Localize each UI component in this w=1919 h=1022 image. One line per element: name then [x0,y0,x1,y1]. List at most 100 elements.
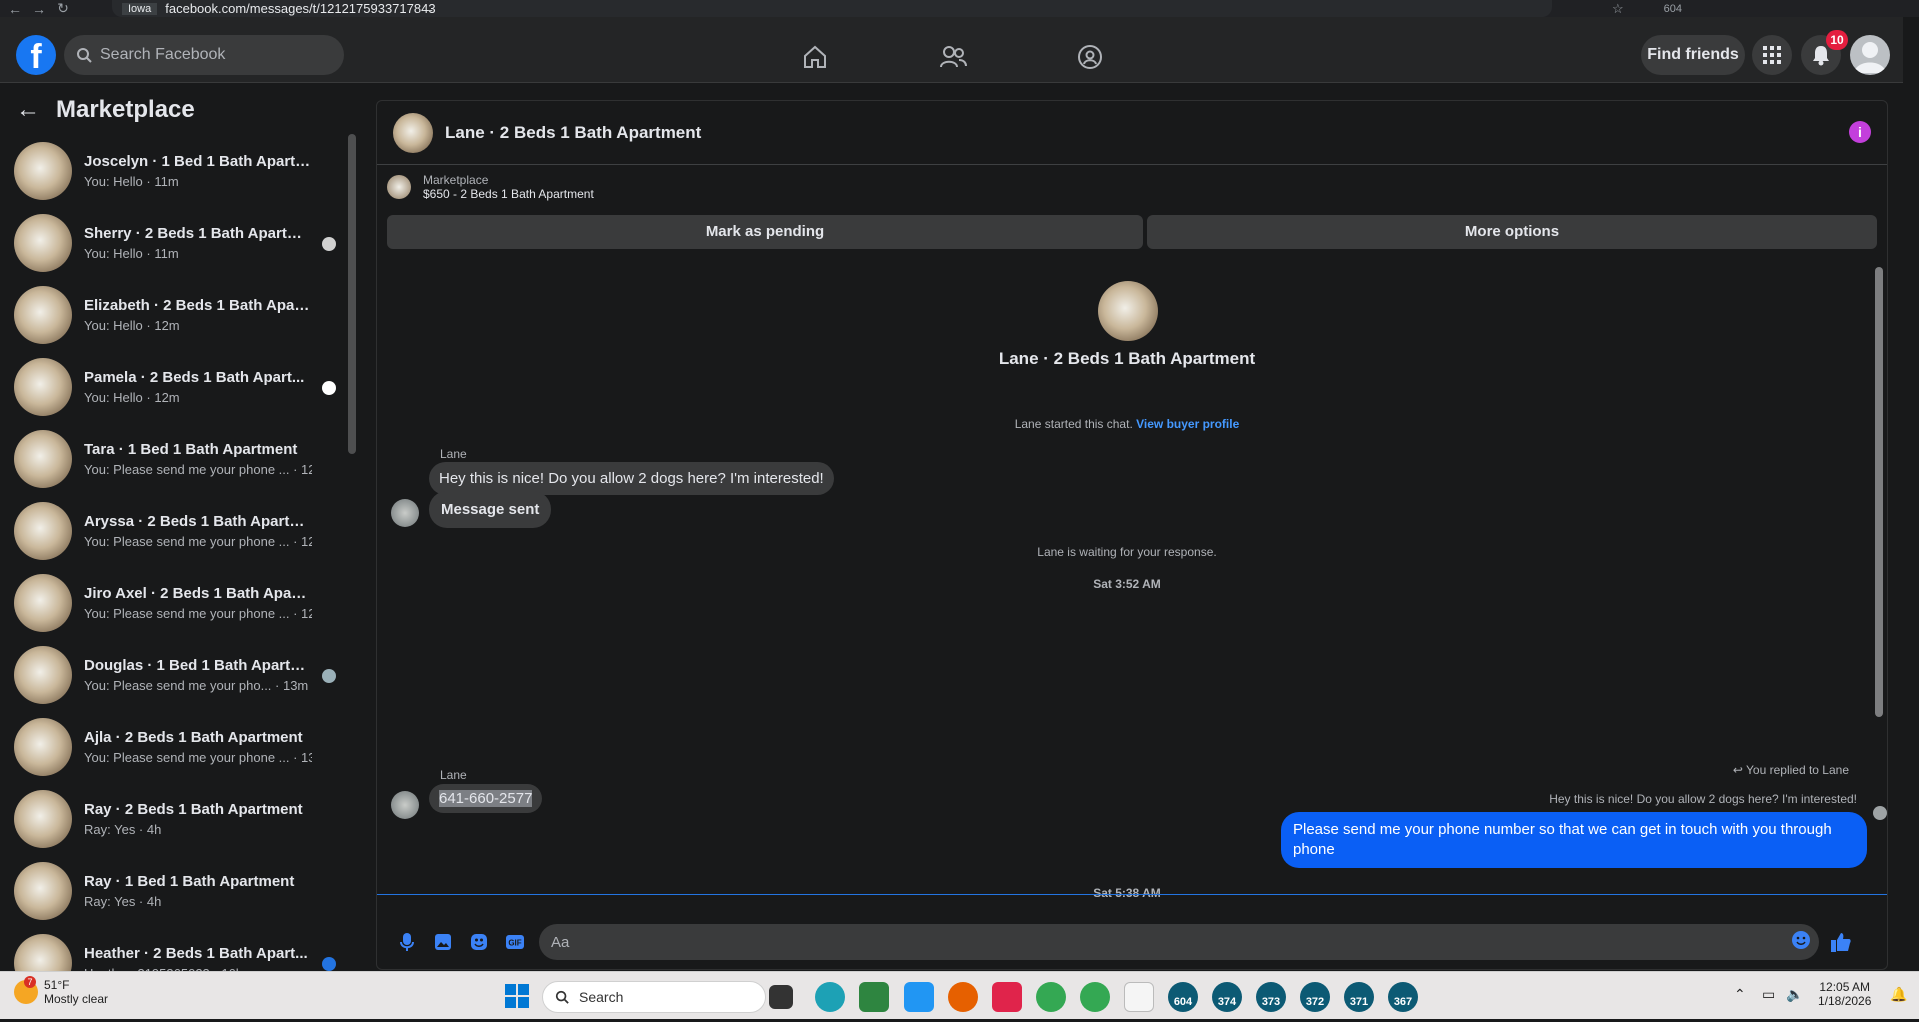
conversation-item[interactable]: Tara · 1 Bed 1 Bath Apartment You: Please… [14,428,344,490]
back-icon[interactable]: ← [6,1,24,17]
conversation-item[interactable]: Joscelyn · 1 Bed 1 Bath Apartment You: He… [14,140,344,202]
message-thread: Lane · 2 Beds 1 Bath Apartment Lane star… [377,257,1887,900]
search-input[interactable]: Search Facebook [64,35,344,75]
home-icon[interactable] [797,39,833,75]
unread-indicator [322,381,336,395]
conversation-name: Douglas · 1 Bed 1 Bath Apartm... [84,657,312,674]
snipping-tool-icon[interactable] [992,982,1022,1012]
message-sent-card[interactable]: Message sent [429,491,552,528]
mark-as-pending-button[interactable]: Mark as pending [387,215,1143,249]
pinned-app-icon[interactable]: 604 [1168,982,1198,1012]
friends-icon[interactable] [935,39,971,75]
search-icon [555,990,569,1004]
started-text: Lane started this chat. [1014,417,1133,431]
pinned-app-icon[interactable]: 373 [1256,982,1286,1012]
conversation-item[interactable]: Ray · 1 Bed 1 Bath Apartment Ray: Yes · 4… [14,860,344,922]
info-icon[interactable]: i [1849,121,1871,143]
gif-icon[interactable]: GIF [497,924,533,960]
task-view-icon[interactable] [769,985,793,1009]
notification-count-badge: 10 [1826,30,1848,50]
system-clock[interactable]: 12:05 AM 1/18/2026 [1818,980,1871,1008]
profile-avatar[interactable] [1850,35,1890,75]
reload-icon[interactable]: ↻ [54,0,72,17]
volume-icon[interactable]: 🔈 [1786,986,1803,1003]
pinned-app-icon[interactable]: 371 [1344,982,1374,1012]
conversation-item[interactable]: Elizabeth · 2 Beds 1 Bath Apartm... You: … [14,284,344,346]
listing-summary[interactable]: Marketplace $650 - 2 Beds 1 Bath Apartme… [387,173,594,201]
pinned-app-icon[interactable]: 367 [1388,982,1418,1012]
conversation-name: Ray · 2 Beds 1 Bath Apartment [84,801,303,818]
listing-thumbnail [14,790,72,848]
edge-icon[interactable] [815,982,845,1012]
temperature: 51°F [44,978,70,992]
find-friends-button[interactable]: Find friends [1641,35,1745,75]
firefox-icon[interactable] [948,982,978,1012]
conversation-preview: You: Please send me your pho... · 13m [84,678,309,693]
star-icon[interactable]: ☆ [1612,1,1624,17]
incoming-message[interactable]: 641-660-2577 [429,784,543,813]
listing-thumbnail [14,718,72,776]
waiting-notice: Lane is waiting for your response. [1037,545,1217,559]
emoji-icon[interactable] [1791,930,1811,954]
notification-center-icon[interactable]: 🔔 [1890,986,1907,1003]
tray-chevron-icon[interactable]: ⌃ [1734,986,1746,1003]
sidebar-title: Marketplace [56,96,195,123]
phone-number-text[interactable]: 641-660-2577 [439,790,533,807]
windows-start-icon[interactable] [505,984,529,1013]
conversation-name: Elizabeth · 2 Beds 1 Bath Apartm... [84,297,312,314]
listing-thumbnail [14,358,72,416]
listing-thumbnail [14,430,72,488]
message-input[interactable]: Aa [539,924,1819,960]
chrome-icon[interactable] [1036,982,1066,1012]
sender-avatar[interactable] [391,791,419,819]
sender-avatar[interactable] [391,499,419,527]
file-icon[interactable] [1124,982,1154,1012]
timestamp: Sat 3:52 AM [1093,577,1161,591]
address-bar[interactable]: Iowa facebook.com/messages/t/12121759337… [112,0,1552,17]
groups-icon[interactable] [1072,39,1108,75]
conversation-item[interactable]: Ray · 2 Beds 1 Bath Apartment Ray: Yes · … [14,788,344,850]
photo-icon[interactable] [425,924,461,960]
conversation-item[interactable]: Aryssa · 2 Beds 1 Bath Apartment You: Ple… [14,500,344,562]
microphone-icon[interactable] [389,924,425,960]
skype-icon[interactable] [904,982,934,1012]
conversation-item[interactable]: Pamela · 2 Beds 1 Bath Apart... You: Hell… [14,356,344,418]
more-options-button[interactable]: More options [1147,215,1877,249]
weather-widget[interactable]: 7 51°F Mostly clear [14,976,108,1006]
conversation-item[interactable]: Ajla · 2 Beds 1 Bath Apartment You: Pleas… [14,716,344,778]
menu-grid-icon[interactable] [1752,35,1792,75]
listing-thumbnail [387,175,411,199]
listing-thumbnail [14,574,72,632]
conversation-item[interactable]: Sherry · 2 Beds 1 Bath Apartm... You: Hel… [14,212,344,274]
intro-title: Lane · 2 Beds 1 Bath Apartment [998,349,1256,368]
marketplace-sidebar: ← Marketplace Joscelyn · 1 Bed 1 Bath Ap… [0,84,360,992]
spreadsheet-app-icon[interactable] [859,982,889,1012]
forward-icon[interactable]: → [30,1,48,17]
sticker-icon[interactable] [461,924,497,960]
conversation-preview: You: Please send me your phone ... · 12m [84,534,312,549]
facebook-logo-icon[interactable]: f [16,35,56,76]
tab-count: 604 [1663,2,1683,15]
pinned-app-icon[interactable]: 374 [1212,982,1242,1012]
chat-scrollbar[interactable] [1875,267,1883,717]
pinned-app-icon[interactable]: 372 [1300,982,1330,1012]
location-badge: Iowa [122,2,158,15]
sender-name: Lane [440,768,467,782]
unread-indicator [322,957,336,971]
chat-started-notice: Lane started this chat. View buyer profi… [377,417,1877,431]
clock-time: 12:05 AM [1819,980,1871,994]
conversation-name: Joscelyn · 1 Bed 1 Bath Apartment [84,153,312,170]
chat-avatar[interactable] [393,112,433,153]
taskbar-search-input[interactable]: Search [542,981,766,1013]
like-thumb-icon[interactable] [1823,924,1859,960]
conversation-item[interactable]: Jiro Axel · 2 Beds 1 Bath Apartm... You: … [14,572,344,634]
quoted-message[interactable]: Hey this is nice! Do you allow 2 dogs he… [1549,792,1857,806]
view-buyer-profile-link[interactable]: View buyer profile [1136,417,1239,431]
outgoing-message[interactable]: Please send me your phone number so that… [1281,812,1867,868]
back-arrow-icon[interactable]: ← [16,96,40,124]
sidebar-scrollbar[interactable] [348,134,356,454]
chat-title[interactable]: Lane · 2 Beds 1 Bath Apartment [445,123,701,143]
chrome-profile-icon[interactable] [1080,982,1110,1012]
conversation-item[interactable]: Douglas · 1 Bed 1 Bath Apartm... You: Ple… [14,644,344,706]
network-icon[interactable]: ▭ [1762,986,1775,1003]
